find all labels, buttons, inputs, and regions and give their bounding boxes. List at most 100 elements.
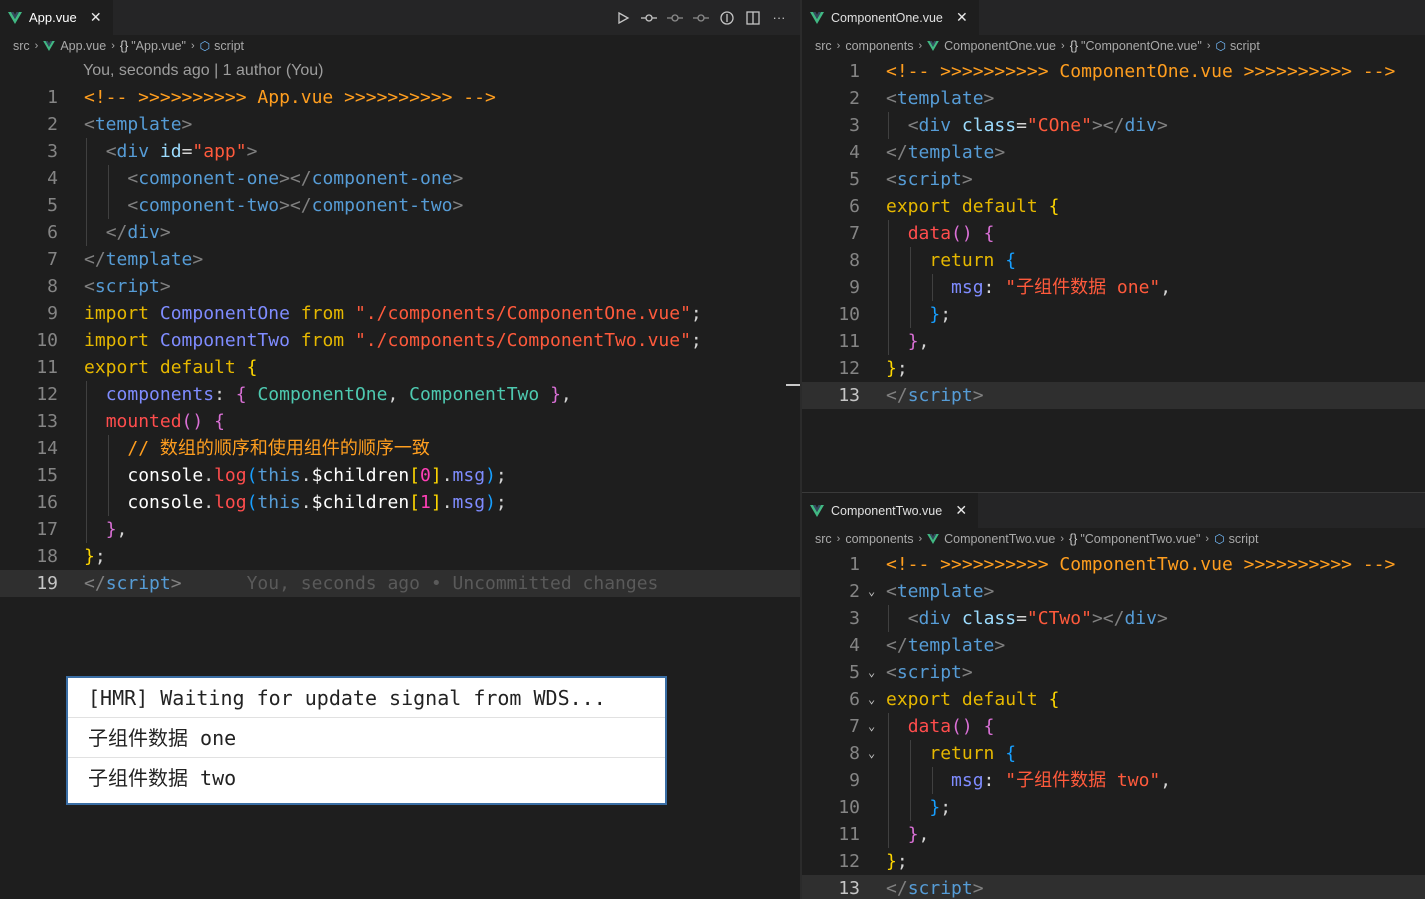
tab-bar: App.vue ✕ ··· — [0, 0, 800, 35]
split-editor-icon[interactable] — [744, 9, 762, 27]
more-icon[interactable]: ··· — [770, 9, 788, 27]
code-line: 5 <script> — [849, 169, 973, 190]
chevron-right-icon: › — [1061, 40, 1065, 52]
code-line: 1 <!-- >>>>>>>>>> ComponentOne.vue >>>>>>… — [849, 61, 1396, 82]
editor-actions: ··· — [614, 0, 788, 35]
breadcrumb-item-src[interactable]: src — [815, 532, 832, 546]
previous-change-icon[interactable] — [666, 9, 684, 27]
code-line: 1 <!-- >>>>>>>>>> App.vue >>>>>>>>>> --> — [47, 87, 496, 108]
breadcrumb-item-script[interactable]: script — [214, 39, 244, 53]
tab-bar: ComponentTwo.vue ✕ — [802, 493, 1425, 528]
code-line: 7 ⌄ data() { — [802, 713, 1425, 740]
code-line: 7 </template> — [47, 249, 204, 270]
open-changes-icon[interactable] — [718, 9, 736, 27]
code-line-current: 19 </script> You, seconds ago • Uncommitt… — [0, 570, 800, 597]
braces-icon: {} — [1068, 532, 1078, 546]
tab-component-one-vue[interactable]: ComponentOne.vue ✕ — [802, 0, 980, 35]
code-editor[interactable]: 1 <!-- >>>>>>>>>> ComponentTwo.vue >>>>>>… — [802, 550, 1425, 899]
chevron-right-icon: › — [1206, 40, 1211, 52]
console-line: 子组件数据 one — [68, 718, 665, 758]
tab-bar: ComponentOne.vue ✕ — [802, 0, 1425, 35]
chevron-right-icon: › — [111, 40, 115, 52]
code-line: 12}; — [838, 851, 908, 872]
breadcrumb-item-file[interactable]: ComponentOne.vue — [944, 39, 1056, 53]
breadcrumb-item-components[interactable]: components — [845, 39, 913, 53]
chevron-down-icon[interactable]: ⌄ — [868, 578, 875, 605]
code-line: 4 <component-one></component-one> — [0, 165, 800, 192]
code-line: 5 <component-two></component-two> — [0, 192, 800, 219]
tab-label: ComponentTwo.vue — [831, 503, 943, 518]
source-control-icon[interactable] — [640, 9, 658, 27]
inline-blame[interactable]: You, seconds ago • Uncommitted changes — [247, 573, 659, 594]
code-line: 3 <div class="CTwo"></div> — [802, 605, 1425, 632]
chevron-right-icon: › — [836, 40, 841, 52]
chevron-down-icon[interactable]: ⌄ — [868, 713, 875, 740]
chevron-right-icon: › — [918, 533, 923, 545]
chevron-down-icon[interactable]: ⌄ — [868, 686, 875, 713]
code-line: 18}; — [36, 546, 106, 567]
code-line: 8 ⌄ return { — [802, 740, 1425, 767]
code-line: 6 export default { — [849, 196, 1060, 217]
breadcrumb-item-module[interactable]: "ComponentOne.vue" — [1081, 39, 1202, 53]
code-line: 10 }; — [802, 301, 1425, 328]
editor-pane-component-two: ComponentTwo.vue ✕ src › components › Co… — [802, 493, 1425, 899]
vue-file-icon — [43, 41, 56, 51]
tab-app-vue[interactable]: App.vue ✕ — [0, 0, 114, 35]
code-line: 7 data() { — [802, 220, 1425, 247]
code-line: 11 }, — [802, 821, 1425, 848]
code-line: 2 <template> — [47, 114, 193, 135]
breadcrumb-item-file[interactable]: App.vue — [60, 39, 106, 53]
editor-pane-component-one: ComponentOne.vue ✕ src › components › Co… — [802, 0, 1425, 492]
code-line: 8 <script> — [47, 276, 171, 297]
breadcrumb-item-components[interactable]: components — [845, 532, 913, 546]
breadcrumb-item-src[interactable]: src — [815, 39, 832, 53]
code-line: 10 import ComponentTwo from "./components… — [36, 330, 702, 351]
close-icon[interactable]: ✕ — [955, 9, 969, 26]
cube-icon: ⬡ — [1215, 39, 1226, 53]
code-line: 6 </div> — [0, 219, 800, 246]
code-line-current: 13 </script> — [802, 382, 1425, 409]
code-editor[interactable]: 1 <!-- >>>>>>>>>> App.vue >>>>>>>>>> --> … — [0, 84, 800, 597]
code-editor[interactable]: 1 <!-- >>>>>>>>>> ComponentOne.vue >>>>>>… — [802, 57, 1425, 409]
code-line: 2 <template> — [849, 88, 995, 109]
vue-file-icon — [927, 41, 939, 51]
chevron-down-icon[interactable]: ⌄ — [868, 740, 875, 767]
cube-icon: ⬡ — [1214, 532, 1225, 546]
vue-file-icon — [810, 11, 824, 24]
code-line: 11 }, — [802, 328, 1425, 355]
code-line: 16 console.log(this.$children[1].msg); — [0, 489, 800, 516]
code-line: 3 <div id="app"> — [0, 138, 800, 165]
breadcrumb-item-module[interactable]: "ComponentTwo.vue" — [1080, 532, 1200, 546]
chevron-down-icon[interactable]: ⌄ — [868, 659, 875, 686]
codelens-blame[interactable]: You, seconds ago | 1 author (You) — [0, 57, 800, 84]
cube-icon: ⬡ — [199, 39, 211, 53]
code-line: 13 mounted() { — [0, 408, 800, 435]
console-line: 子组件数据 two — [88, 766, 237, 790]
code-line: 9 msg: "子组件数据 one", — [802, 274, 1425, 301]
breadcrumb-item-module[interactable]: "App.vue" — [131, 39, 186, 53]
browser-console-output: [HMR] Waiting for update signal from WDS… — [66, 676, 667, 805]
tab-component-two-vue[interactable]: ComponentTwo.vue ✕ — [802, 493, 980, 528]
close-icon[interactable]: ✕ — [89, 9, 103, 26]
breadcrumb: src › components › ComponentOne.vue › {}… — [802, 35, 1425, 57]
breadcrumb-item-script[interactable]: script — [1230, 39, 1260, 53]
next-change-icon[interactable] — [692, 9, 710, 27]
code-line: 11 export default { — [36, 357, 258, 378]
code-line: 10 }; — [802, 794, 1425, 821]
close-icon[interactable]: ✕ — [954, 502, 968, 519]
code-line: 3 <div class="COne"></div> — [802, 112, 1425, 139]
breadcrumb-item-script[interactable]: script — [1229, 532, 1259, 546]
chevron-right-icon: › — [191, 40, 195, 52]
code-line: 1 <!-- >>>>>>>>>> ComponentTwo.vue >>>>>>… — [849, 554, 1396, 575]
breadcrumb-item-src[interactable]: src — [13, 39, 30, 53]
chevron-right-icon: › — [918, 40, 923, 52]
vue-file-icon — [810, 504, 824, 517]
code-line: 2 ⌄ <template> — [802, 578, 1425, 605]
run-icon[interactable] — [614, 9, 632, 27]
code-line: 9 import ComponentOne from "./components/… — [47, 303, 702, 324]
code-line: 17 }, — [0, 516, 800, 543]
chevron-right-icon: › — [1205, 533, 1210, 545]
code-line: 5 ⌄ <script> — [802, 659, 1425, 686]
scrollbar-marker — [786, 384, 800, 386]
breadcrumb-item-file[interactable]: ComponentTwo.vue — [944, 532, 1055, 546]
